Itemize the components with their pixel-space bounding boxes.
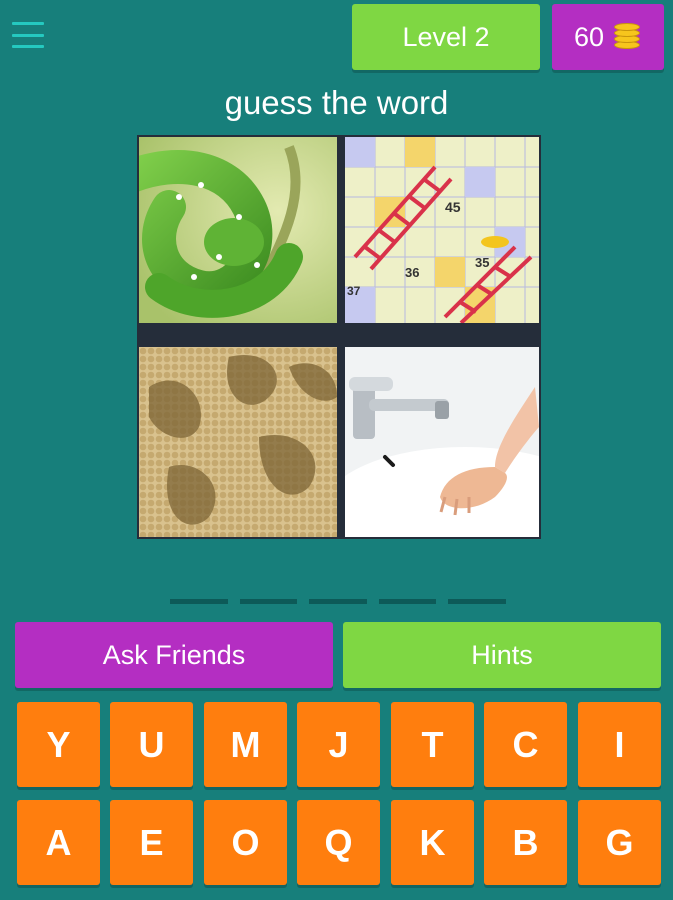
letter-key[interactable]: A [17, 800, 100, 885]
answer-slot[interactable] [378, 599, 437, 604]
svg-text:37: 37 [347, 284, 361, 298]
level-label: Level 2 [402, 21, 490, 52]
letter-key[interactable]: Y [17, 702, 100, 787]
snakes-ladders-board-image: 45 36 35 37 [345, 137, 539, 323]
answer-slot[interactable] [309, 599, 367, 604]
letter-key[interactable]: U [110, 702, 193, 787]
level-button[interactable]: Level 2 [352, 4, 540, 70]
green-snake-image [139, 137, 337, 323]
letter-key[interactable]: I [578, 702, 661, 787]
coins-button[interactable]: 60 [552, 4, 664, 70]
menu-line [12, 22, 44, 25]
svg-text:35: 35 [475, 255, 489, 270]
letter-key[interactable]: G [578, 800, 661, 885]
answer-slot[interactable] [239, 599, 298, 604]
menu-line [12, 33, 44, 37]
coins-count: 60 [573, 21, 605, 52]
answer-slots [170, 599, 506, 607]
letter-key[interactable]: J [297, 702, 380, 787]
snakeskin-texture-image [139, 347, 337, 537]
letter-key[interactable]: Q [297, 800, 380, 885]
letter-key[interactable]: M [204, 702, 287, 787]
menu-icon[interactable] [10, 18, 46, 52]
letter-key[interactable]: T [391, 702, 474, 787]
letter-key[interactable]: C [484, 702, 567, 787]
hints-button[interactable]: Hints [343, 622, 661, 688]
prompt-text: guess the word [224, 84, 449, 121]
ask-friends-label: Ask Friends [102, 639, 246, 670]
picture-grid: 45 36 35 37 [137, 135, 541, 539]
menu-line [12, 45, 44, 48]
letter-key[interactable]: B [484, 800, 567, 885]
letter-key[interactable]: K [391, 800, 474, 885]
svg-text:45: 45 [445, 199, 461, 215]
hints-label: Hints [471, 639, 533, 670]
svg-text:36: 36 [405, 265, 419, 280]
ask-friends-button[interactable]: Ask Friends [15, 622, 333, 688]
coins-icon [612, 23, 642, 51]
answer-slot[interactable] [448, 599, 506, 604]
answer-slot[interactable] [170, 599, 228, 604]
letter-key[interactable]: O [204, 800, 287, 885]
letter-key[interactable]: E [110, 800, 193, 885]
faucet-sink-image [345, 347, 539, 537]
